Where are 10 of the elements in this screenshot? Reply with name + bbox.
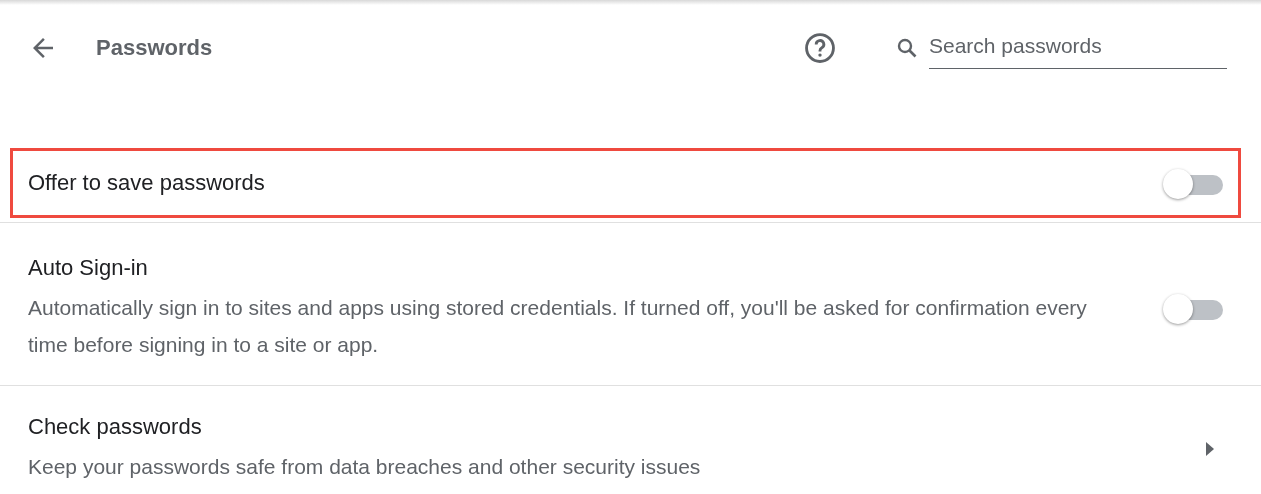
setting-label: Check passwords — [28, 413, 203, 441]
page-title: Passwords — [96, 35, 214, 61]
setting-description: Keep your passwords safe from data breaches and other security issues — [28, 454, 702, 480]
setting-description: Automatically sign in to sites and apps using stored credentials. If turned off, you'll be asked for confirmation every time before signing in to a site or app. — [28, 295, 1088, 358]
setting-label: Auto Sign-in — [28, 254, 149, 282]
toggle-switch[interactable] — [1163, 168, 1223, 198]
search-icon — [895, 36, 919, 60]
setting-label: Offer to save passwords — [28, 169, 266, 197]
help-button[interactable] — [803, 31, 837, 65]
toggle-switch[interactable] — [1163, 293, 1223, 323]
